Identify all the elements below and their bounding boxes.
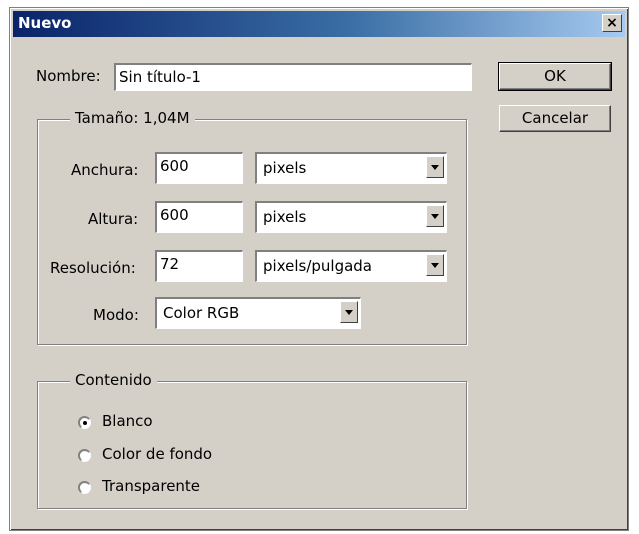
- radio-label: Color de fondo: [102, 445, 213, 463]
- chevron-down-icon[interactable]: [426, 205, 444, 227]
- mode-label: Modo:: [93, 306, 139, 324]
- close-button[interactable]: ×: [602, 14, 622, 32]
- mode-value: Color RGB: [163, 304, 240, 322]
- chevron-down-icon[interactable]: [340, 301, 358, 323]
- resolution-unit-select[interactable]: pixels/pulgada: [255, 250, 447, 282]
- mode-select[interactable]: Color RGB: [155, 297, 361, 329]
- radio-button[interactable]: [78, 449, 91, 462]
- width-unit-select[interactable]: pixels: [255, 152, 447, 184]
- ok-button[interactable]: OK: [498, 62, 612, 91]
- resolution-label: Resolución:: [50, 259, 136, 277]
- content-group-legend: Contenido: [70, 371, 157, 389]
- height-unit-select[interactable]: pixels: [255, 201, 447, 233]
- dialog-title: Nuevo: [18, 14, 72, 32]
- resolution-unit-value: pixels/pulgada: [263, 257, 372, 275]
- name-label: Nombre:: [36, 67, 101, 85]
- radio-label: Blanco: [102, 412, 153, 430]
- height-unit-value: pixels: [263, 208, 307, 226]
- size-group-legend: Tamaño: 1,04M: [70, 109, 195, 127]
- height-label: Altura:: [88, 210, 139, 228]
- close-icon: ×: [606, 15, 618, 31]
- resolution-input[interactable]: 72: [155, 250, 243, 282]
- title-bar[interactable]: Nuevo ×: [13, 11, 625, 37]
- name-input[interactable]: Sin título-1: [114, 63, 472, 91]
- radio-button[interactable]: [78, 481, 91, 494]
- width-input[interactable]: 600: [155, 152, 243, 184]
- cancel-button[interactable]: Cancelar: [499, 105, 611, 132]
- new-document-dialog: Nuevo × Nombre: Sin título-1 OK Cancelar…: [9, 7, 629, 531]
- chevron-down-icon[interactable]: [426, 156, 444, 178]
- width-unit-value: pixels: [263, 159, 307, 177]
- radio-button-selected[interactable]: [78, 416, 91, 429]
- width-label: Anchura:: [71, 161, 139, 179]
- height-input[interactable]: 600: [155, 201, 243, 233]
- radio-label: Transparente: [102, 477, 201, 495]
- chevron-down-icon[interactable]: [426, 254, 444, 276]
